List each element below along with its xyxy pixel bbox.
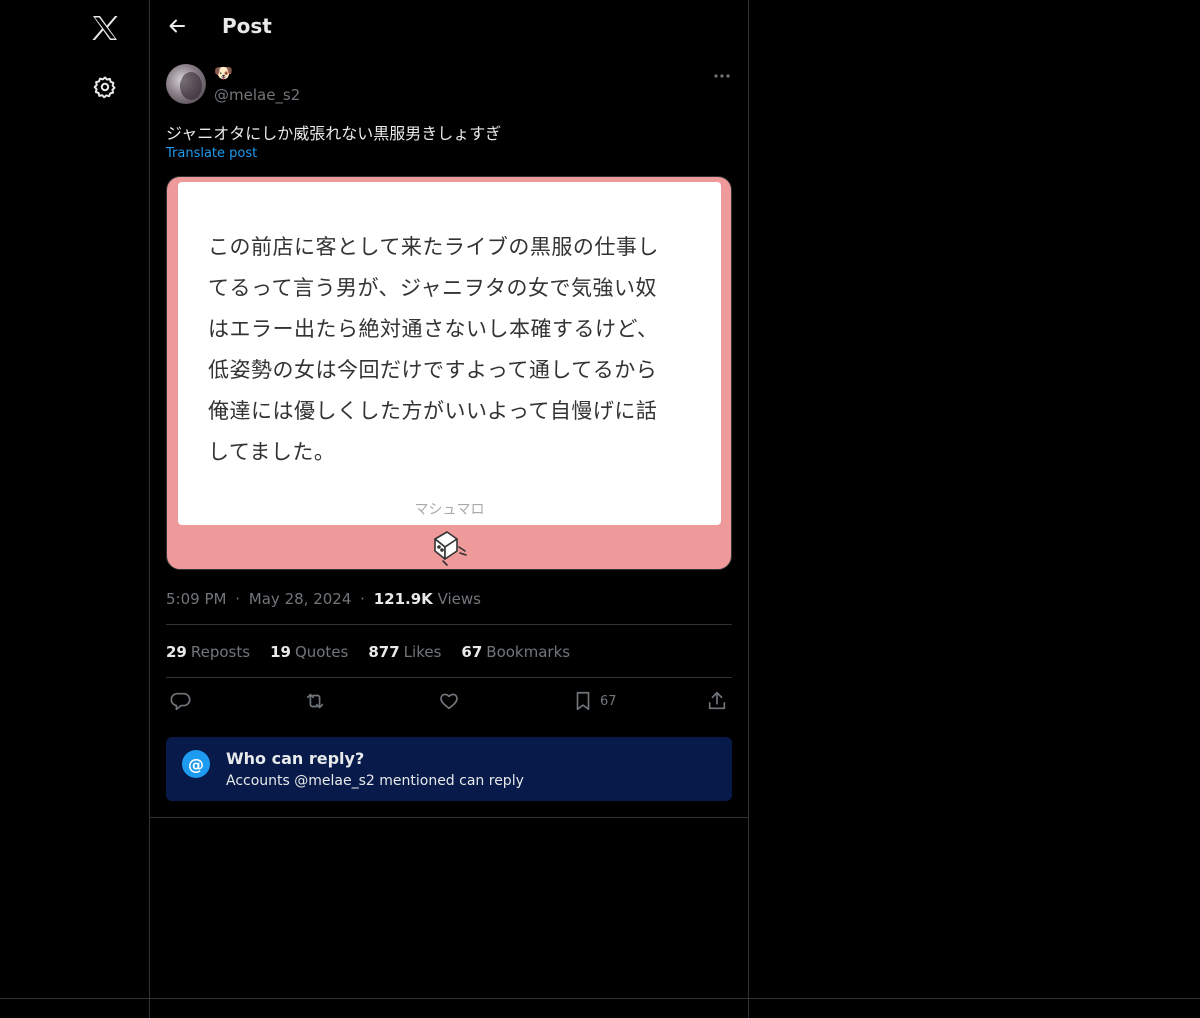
who-can-reply-subtitle: Accounts @melae_s2 mentioned can reply: [226, 773, 524, 789]
who-can-reply-banner: @ Who can reply? Accounts @melae_s2 ment…: [166, 737, 732, 801]
likes-count: 877: [368, 643, 400, 661]
share-button[interactable]: [706, 686, 728, 716]
meta-separator: ·: [360, 590, 365, 608]
likes-stat[interactable]: 877 Likes: [368, 643, 441, 661]
divider: [166, 624, 732, 625]
reply-button[interactable]: [170, 686, 192, 716]
left-nav: [0, 0, 150, 1018]
card-text-line: 俺達には優しくした方がいいよって自慢げに話: [208, 399, 658, 423]
question-card: この前店に客として来たライブの黒服の仕事し てるって言う男が、ジャニヲタの女で気…: [178, 182, 721, 525]
post-column: Post 🐶 @melae_s2 ジャニオタにしか威張れない黒服男きしょすぎ T…: [150, 0, 749, 1018]
post-text: ジャニオタにしか威張れない黒服男きしょすぎ: [166, 124, 502, 143]
reposts-count: 29: [166, 643, 187, 661]
views-count: 121.9K: [373, 590, 433, 608]
bookmarks-label: Bookmarks: [486, 643, 571, 661]
translate-post-link[interactable]: Translate post: [166, 146, 257, 161]
like-button[interactable]: [438, 686, 460, 716]
card-text-line: してました。: [208, 440, 336, 464]
gear-icon[interactable]: [85, 67, 125, 107]
repost-icon: [306, 693, 324, 709]
card-footer-label: マシュマロ: [414, 502, 485, 518]
card-text-line: はエラー出たら絶対通さないし本確するけど、: [208, 317, 659, 341]
share-icon: [708, 691, 726, 710]
more-options-icon[interactable]: [710, 66, 734, 86]
x-logo-icon[interactable]: [85, 8, 125, 48]
post-metadata: 5:09 PM · May 28, 2024 · 121.9K Views: [166, 590, 481, 608]
header: Post: [150, 0, 748, 54]
bookmark-button[interactable]: 67: [572, 686, 617, 716]
views-label: Views: [437, 590, 481, 608]
bottom-border: [0, 998, 1200, 999]
reply-icon: [170, 692, 191, 711]
engagement-stats: 29 Reposts 19 Quotes 877 Likes 67 Bookmarks: [166, 643, 570, 661]
post-time[interactable]: 5:09 PM: [166, 590, 226, 608]
post-date[interactable]: May 28, 2024: [249, 590, 352, 608]
heart-icon: [440, 693, 458, 710]
bookmark-count: 67: [600, 693, 617, 709]
bookmarks-stat[interactable]: 67 Bookmarks: [461, 643, 570, 661]
repost-button[interactable]: [304, 686, 326, 716]
display-name[interactable]: 🐶: [214, 64, 233, 82]
marshmallow-mascot-icon: [429, 529, 469, 569]
avatar[interactable]: [166, 64, 206, 104]
quotes-label: Quotes: [294, 643, 349, 661]
who-can-reply-title: Who can reply?: [226, 749, 365, 768]
reposts-label: Reposts: [190, 643, 251, 661]
quotes-count: 19: [270, 643, 291, 661]
likes-label: Likes: [403, 643, 442, 661]
mention-icon: @: [182, 750, 210, 778]
reposts-stat[interactable]: 29 Reposts: [166, 643, 250, 661]
bookmark-icon: [576, 691, 590, 711]
divider: [166, 677, 732, 678]
action-bar: 67: [166, 686, 732, 716]
page-title: Post: [222, 14, 272, 38]
card-text-line: 低姿勢の女は今回だけですよって通してるから: [208, 358, 658, 382]
meta-separator: ·: [235, 590, 241, 608]
user-handle[interactable]: @melae_s2: [214, 86, 300, 104]
card-text-line: てるって言う男が、ジャニヲタの女で気強い奴: [208, 276, 657, 300]
bookmarks-count: 67: [461, 643, 483, 661]
quotes-stat[interactable]: 19 Quotes: [270, 643, 348, 661]
divider: [150, 817, 748, 818]
back-arrow-icon[interactable]: [162, 11, 192, 41]
post-media-image[interactable]: この前店に客として来たライブの黒服の仕事し てるって言う男が、ジャニヲタの女で気…: [166, 176, 732, 570]
card-text-line: この前店に客として来たライブの黒服の仕事し: [208, 235, 659, 259]
